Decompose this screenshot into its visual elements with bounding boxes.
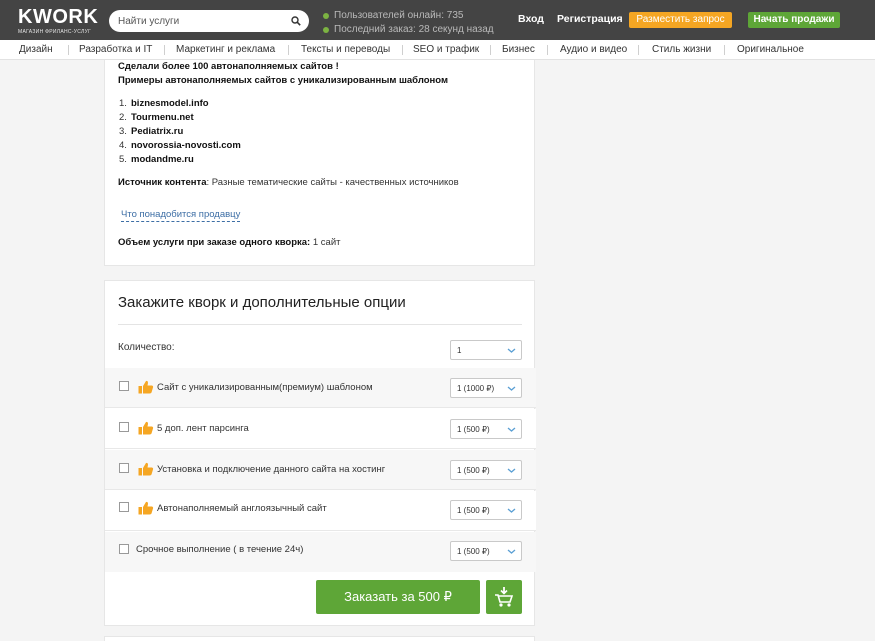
divider	[724, 45, 725, 55]
search-box	[109, 10, 309, 32]
add-to-cart-icon	[495, 587, 514, 607]
next-card-edge	[104, 636, 535, 641]
order-card: Закажите кворк и дополнительные опции Ко…	[104, 280, 536, 626]
divider	[547, 45, 548, 55]
login-link[interactable]: Вход	[518, 13, 544, 25]
chevron-down-icon	[507, 386, 516, 391]
option-row: Срочное выполнение ( в течение 24ч) 1 (5…	[105, 532, 536, 572]
quantity-select[interactable]: 1	[450, 340, 522, 360]
list-item: 2. Tourmenu.net	[119, 112, 194, 123]
chevron-down-icon	[507, 508, 516, 513]
service-volume: Объем услуги при заказе одного кворка: 1…	[118, 237, 341, 248]
option-label: 5 доп. лент парсинга	[157, 423, 249, 434]
online-dot-icon	[323, 13, 329, 19]
chevron-down-icon	[507, 468, 516, 473]
quantity-label: Количество:	[118, 342, 175, 353]
category-lifestyle[interactable]: Стиль жизни	[652, 44, 711, 55]
order-button[interactable]: Заказать за 500 ₽	[316, 580, 480, 614]
chevron-down-icon	[507, 427, 516, 432]
search-icon[interactable]	[291, 16, 301, 26]
start-selling-button[interactable]: Начать продажи	[748, 12, 840, 28]
option-checkbox[interactable]	[119, 422, 129, 432]
option-quantity-select[interactable]: 1 (1000 ₽)	[450, 378, 522, 398]
option-checkbox[interactable]	[119, 544, 129, 554]
chevron-down-icon	[507, 348, 516, 353]
category-marketing[interactable]: Маркетинг и реклама	[176, 44, 275, 55]
divider	[288, 45, 289, 55]
option-label: Установка и подключение данного сайта на…	[157, 464, 386, 475]
category-design[interactable]: Дизайн	[19, 44, 53, 55]
category-nav: Дизайн Разработка и IT Маркетинг и рекла…	[0, 40, 875, 60]
option-row: 5 доп. лент парсинга 1 (500 ₽)	[105, 409, 536, 449]
category-business[interactable]: Бизнес	[502, 44, 535, 55]
option-label: Сайт с уникализированным(премиум) шаблон…	[157, 382, 373, 393]
content-source: Источник контента: Разные тематические с…	[118, 177, 459, 188]
thumbs-up-icon	[138, 380, 154, 394]
divider	[164, 45, 165, 55]
divider	[68, 45, 69, 55]
category-seo[interactable]: SEO и трафик	[413, 44, 479, 55]
online-dot-icon	[323, 27, 329, 33]
register-link[interactable]: Регистрация	[557, 13, 623, 25]
kwork-description-card: Сделали более 100 автонаполняемых сайтов…	[104, 60, 535, 266]
category-audio-video[interactable]: Аудио и видео	[560, 44, 627, 55]
option-label: Срочное выполнение ( в течение 24ч)	[136, 544, 304, 555]
category-development[interactable]: Разработка и IT	[79, 44, 152, 55]
option-quantity-select[interactable]: 1 (500 ₽)	[450, 419, 522, 439]
option-checkbox[interactable]	[119, 502, 129, 512]
search-input[interactable]	[118, 14, 288, 28]
option-checkbox[interactable]	[119, 381, 129, 391]
top-header: KWORK МАГАЗИН ФРИЛАНС-УСЛУГ Пользователе…	[0, 0, 875, 40]
divider	[118, 324, 522, 325]
logo-text: KWORK	[18, 6, 99, 28]
logo-tagline: МАГАЗИН ФРИЛАНС-УСЛУГ	[18, 29, 92, 35]
option-checkbox[interactable]	[119, 463, 129, 473]
option-quantity-select[interactable]: 1 (500 ₽)	[450, 460, 522, 480]
seller-needs-link[interactable]: Что понадобится продавцу	[121, 209, 241, 222]
option-label: Автонаполняемый англоязычный сайт	[157, 503, 327, 514]
list-item: 4. novorossia-novosti.com	[119, 140, 241, 151]
online-users: Пользователей онлайн: 735	[334, 10, 464, 21]
last-order: Последний заказ: 28 секунд назад	[334, 24, 494, 35]
thumbs-up-icon	[138, 462, 154, 476]
order-title: Закажите кворк и дополнительные опции	[118, 294, 406, 311]
category-texts[interactable]: Тексты и переводы	[301, 44, 390, 55]
kwork-logo[interactable]: KWORK МАГАЗИН ФРИЛАНС-УСЛУГ	[18, 7, 98, 35]
description-subheadline: Примеры автонаполняемых сайтов с уникали…	[118, 75, 448, 86]
post-request-button[interactable]: Разместить запрос	[629, 12, 732, 28]
option-quantity-select[interactable]: 1 (500 ₽)	[450, 541, 522, 561]
divider	[638, 45, 639, 55]
option-row: Установка и подключение данного сайта на…	[105, 450, 536, 490]
list-item: 3. Pediatrix.ru	[119, 126, 184, 137]
list-item: 5. modandme.ru	[119, 154, 194, 165]
option-row: Сайт с уникализированным(премиум) шаблон…	[105, 368, 536, 408]
chevron-down-icon	[507, 549, 516, 554]
option-row: Автонаполняемый англоязычный сайт 1 (500…	[105, 491, 536, 531]
divider	[490, 45, 491, 55]
list-item: 1. biznesmodel.info	[119, 98, 209, 109]
option-quantity-select[interactable]: 1 (500 ₽)	[450, 500, 522, 520]
thumbs-up-icon	[138, 501, 154, 515]
category-original[interactable]: Оригинальное	[737, 44, 804, 55]
add-to-cart-button[interactable]	[486, 580, 522, 614]
site-stats: Пользователей онлайн: 735 Последний зака…	[323, 9, 494, 37]
example-sites-list: 1. biznesmodel.info 2. Tourmenu.net 3. Pedi…	[119, 97, 241, 167]
divider	[402, 45, 403, 55]
thumbs-up-icon	[138, 421, 154, 435]
description-headline: Сделали более 100 автонаполняемых сайтов…	[118, 61, 339, 72]
